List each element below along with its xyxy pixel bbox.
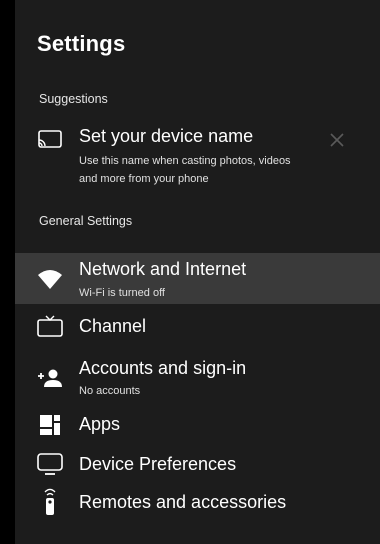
account-add-icon — [37, 366, 63, 390]
display-icon — [37, 452, 63, 476]
settings-item-sublabel: No accounts — [79, 385, 141, 397]
close-icon[interactable] — [327, 130, 347, 150]
settings-item-apps[interactable]: Apps — [15, 408, 380, 444]
apps-icon — [37, 413, 63, 437]
suggestion-set-device-name[interactable]: Set your device name Use this name when … — [15, 122, 380, 196]
tv-icon — [37, 314, 63, 338]
settings-item-accounts[interactable]: Accounts and sign-in No accounts — [15, 352, 380, 402]
settings-item-label: Channel — [79, 316, 147, 336]
settings-item-label: Network and Internet — [79, 259, 247, 279]
settings-item-network[interactable]: Network and Internet Wi-Fi is turned off — [15, 253, 380, 304]
settings-item-label: Remotes and accessories — [79, 492, 287, 512]
settings-item-channel[interactable]: Channel — [15, 310, 380, 346]
section-heading-general: General Settings — [39, 214, 133, 228]
suggestion-description-line2: and more from your phone — [79, 173, 209, 185]
page-title: Settings — [37, 31, 126, 56]
remote-icon — [37, 488, 63, 516]
cast-icon — [37, 127, 63, 151]
settings-item-sublabel: Wi-Fi is turned off — [79, 287, 165, 299]
settings-item-device-preferences[interactable]: Device Preferences — [15, 448, 380, 484]
wifi-icon — [37, 267, 63, 291]
settings-item-label: Apps — [79, 414, 121, 434]
suggestion-description-line1: Use this name when casting photos, video… — [79, 155, 291, 167]
settings-panel: Settings Suggestions Set your device nam… — [15, 0, 380, 544]
settings-item-label: Accounts and sign-in — [79, 358, 247, 378]
settings-item-remotes[interactable]: Remotes and accessories — [15, 486, 380, 522]
section-heading-suggestions: Suggestions — [39, 92, 108, 106]
settings-item-label: Device Preferences — [79, 454, 237, 474]
suggestion-label: Set your device name — [79, 126, 254, 146]
